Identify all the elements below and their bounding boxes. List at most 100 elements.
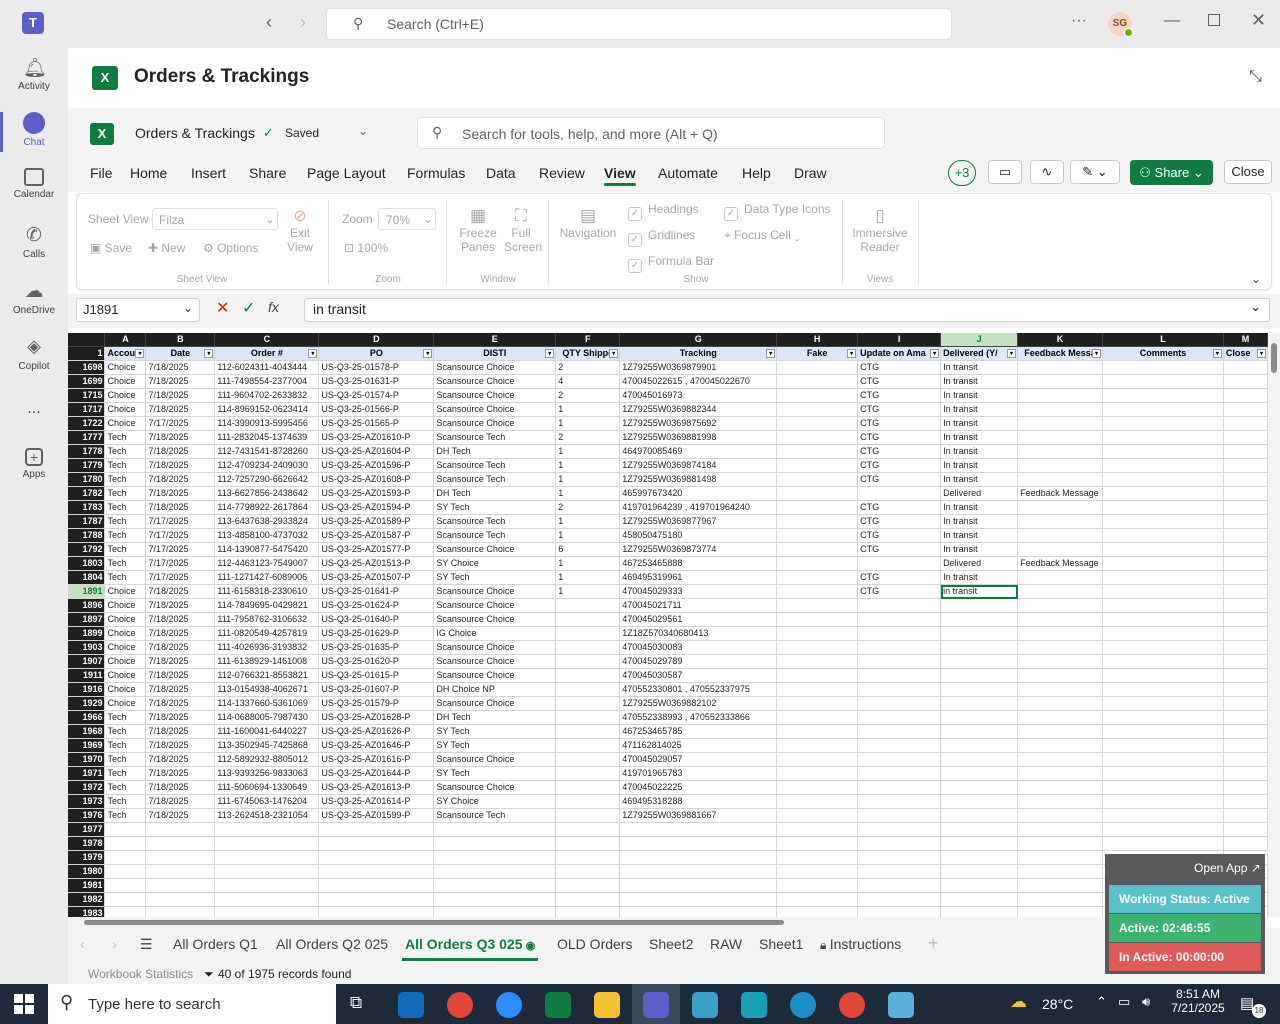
table-cell[interactable] <box>433 878 557 893</box>
table-cell[interactable]: 470045029789 <box>619 654 778 669</box>
table-cell[interactable]: 7/17/2025 <box>145 416 216 431</box>
app-note-icon[interactable] <box>888 992 914 1018</box>
table-cell[interactable] <box>1017 430 1104 445</box>
row-number[interactable]: 1717 <box>68 402 106 417</box>
table-cell[interactable]: 1 <box>555 570 621 585</box>
table-cell[interactable] <box>555 654 621 669</box>
table-cell[interactable] <box>1223 360 1268 375</box>
table-cell[interactable]: 1 <box>555 584 621 599</box>
table-cell[interactable] <box>555 780 621 795</box>
table-cell[interactable] <box>857 766 942 781</box>
gridlines-checkbox[interactable]: ✓ Gridlines <box>628 228 695 247</box>
table-cell[interactable] <box>318 906 435 917</box>
table-cell[interactable]: US-Q3-25-AZ01513-P <box>318 556 435 571</box>
table-cell[interactable] <box>1017 836 1104 851</box>
table-cell[interactable]: 111-4026936-3193832 <box>214 640 320 655</box>
table-cell[interactable] <box>776 752 859 767</box>
table-cell[interactable]: 111-6158318-2330610 <box>214 584 320 599</box>
table-cell[interactable]: Tech <box>104 570 147 585</box>
close-window-icon[interactable]: ✕ <box>1251 10 1266 31</box>
table-cell[interactable] <box>1102 794 1224 809</box>
table-cell[interactable] <box>433 836 557 851</box>
column-letter-d[interactable]: D <box>318 333 435 347</box>
table-cell[interactable] <box>555 640 621 655</box>
name-box[interactable]: J1891 ⌄ <box>76 298 200 322</box>
table-cell[interactable]: CTG <box>857 528 942 543</box>
table-cell[interactable] <box>1102 626 1224 641</box>
table-cell[interactable]: US-Q3-25-01607-P <box>318 682 435 697</box>
table-cell[interactable]: Tech <box>104 528 147 543</box>
horizontal-scrollbar[interactable] <box>68 917 1268 928</box>
row-number[interactable]: 1983 <box>68 906 106 917</box>
row-number[interactable]: 1782 <box>68 486 106 501</box>
table-cell[interactable]: 7/18/2025 <box>145 584 216 599</box>
close-button[interactable]: Close <box>1224 160 1272 184</box>
table-cell[interactable] <box>1102 528 1224 543</box>
table-cell[interactable] <box>104 892 147 907</box>
table-cell[interactable]: 111-5060694-1330649 <box>214 780 320 795</box>
table-cell[interactable] <box>776 822 859 837</box>
table-cell[interactable]: US-Q3-25-AZ01610-P <box>318 430 435 445</box>
table-cell[interactable]: Scansource Choice <box>433 696 557 711</box>
windows-start-icon[interactable] <box>14 994 34 1014</box>
table-cell[interactable]: US-Q3-25-AZ01596-P <box>318 458 435 473</box>
table-cell[interactable]: 2 <box>555 388 621 403</box>
table-cell[interactable] <box>940 850 1019 865</box>
column-letter-h[interactable]: H <box>776 333 859 347</box>
table-cell[interactable] <box>776 794 859 809</box>
table-cell[interactable] <box>555 878 621 893</box>
table-cell[interactable]: 7/18/2025 <box>145 682 216 697</box>
table-cell[interactable] <box>214 822 320 837</box>
table-cell[interactable] <box>1017 808 1104 823</box>
table-cell[interactable]: 470045030083 <box>619 640 778 655</box>
next-sheet-icon[interactable]: › <box>112 936 117 952</box>
filter-dropdown-icon[interactable]: ▾ <box>1092 349 1102 358</box>
table-cell[interactable]: DH Choice NP <box>433 682 557 697</box>
table-cell[interactable] <box>555 822 621 837</box>
table-cell[interactable]: 1Z79255W0369882102 <box>619 696 778 711</box>
clock[interactable]: 8:51 AM 7/21/2025 <box>1166 987 1230 1015</box>
table-cell[interactable]: 7/18/2025 <box>145 654 216 669</box>
rail-onedrive[interactable]: ☁︎ OneDrive <box>0 280 68 316</box>
sheet-view-select[interactable]: Filza ⌄ <box>152 208 278 230</box>
table-cell[interactable]: Scansource Choice <box>433 360 557 375</box>
table-cell[interactable]: US-Q3-25-01579-P <box>318 696 435 711</box>
table-cell[interactable] <box>1017 668 1104 683</box>
filter-dropdown-icon[interactable]: ▾ <box>609 349 619 358</box>
table-cell[interactable]: Tech <box>104 472 147 487</box>
column-header[interactable]: Fake ▾ <box>776 346 859 361</box>
table-cell[interactable]: US-Q3-25-AZ01646-P <box>318 738 435 753</box>
table-cell[interactable] <box>555 850 621 865</box>
table-cell[interactable]: Tech <box>104 738 147 753</box>
tab-all-orders-q2[interactable]: All Orders Q2 025 <box>276 936 388 952</box>
table-cell[interactable] <box>776 906 859 917</box>
column-header[interactable]: QTY Shippe ▾ <box>555 346 621 361</box>
table-cell[interactable]: 1 <box>555 458 621 473</box>
table-cell[interactable] <box>1102 514 1224 529</box>
table-cell[interactable]: 1Z79255W0369873774 <box>619 542 778 557</box>
table-cell[interactable]: In transit <box>940 514 1019 529</box>
tray-chevron-icon[interactable]: ⌃ <box>1096 994 1107 1010</box>
table-cell[interactable] <box>1223 836 1268 851</box>
table-cell[interactable] <box>1223 612 1268 627</box>
table-cell[interactable] <box>776 850 859 865</box>
table-cell[interactable]: US-Q3-25-01640-P <box>318 612 435 627</box>
table-cell[interactable]: Choice <box>104 668 147 683</box>
table-cell[interactable]: CTG <box>857 570 942 585</box>
row-number[interactable]: 1778 <box>68 444 106 459</box>
table-cell[interactable]: US-Q3-25-01574-P <box>318 388 435 403</box>
table-cell[interactable]: US-Q3-25-01629-P <box>318 626 435 641</box>
table-cell[interactable] <box>776 374 859 389</box>
table-cell[interactable]: 111-9604702-2633832 <box>214 388 320 403</box>
table-cell[interactable] <box>1223 584 1268 599</box>
table-cell[interactable]: Tech <box>104 808 147 823</box>
table-cell[interactable]: 113-3502945-7425868 <box>214 738 320 753</box>
file-explorer-icon[interactable] <box>594 992 620 1018</box>
data-type-icons-checkbox[interactable]: ✓ Data Type Icons <box>724 202 831 221</box>
headings-checkbox[interactable]: ✓ Headings <box>628 202 699 221</box>
table-cell[interactable]: 7/18/2025 <box>145 500 216 515</box>
table-cell[interactable] <box>555 696 621 711</box>
table-cell[interactable] <box>940 836 1019 851</box>
table-cell[interactable]: Tech <box>104 458 147 473</box>
column-header[interactable]: Update on Ama ▾ <box>857 346 942 361</box>
